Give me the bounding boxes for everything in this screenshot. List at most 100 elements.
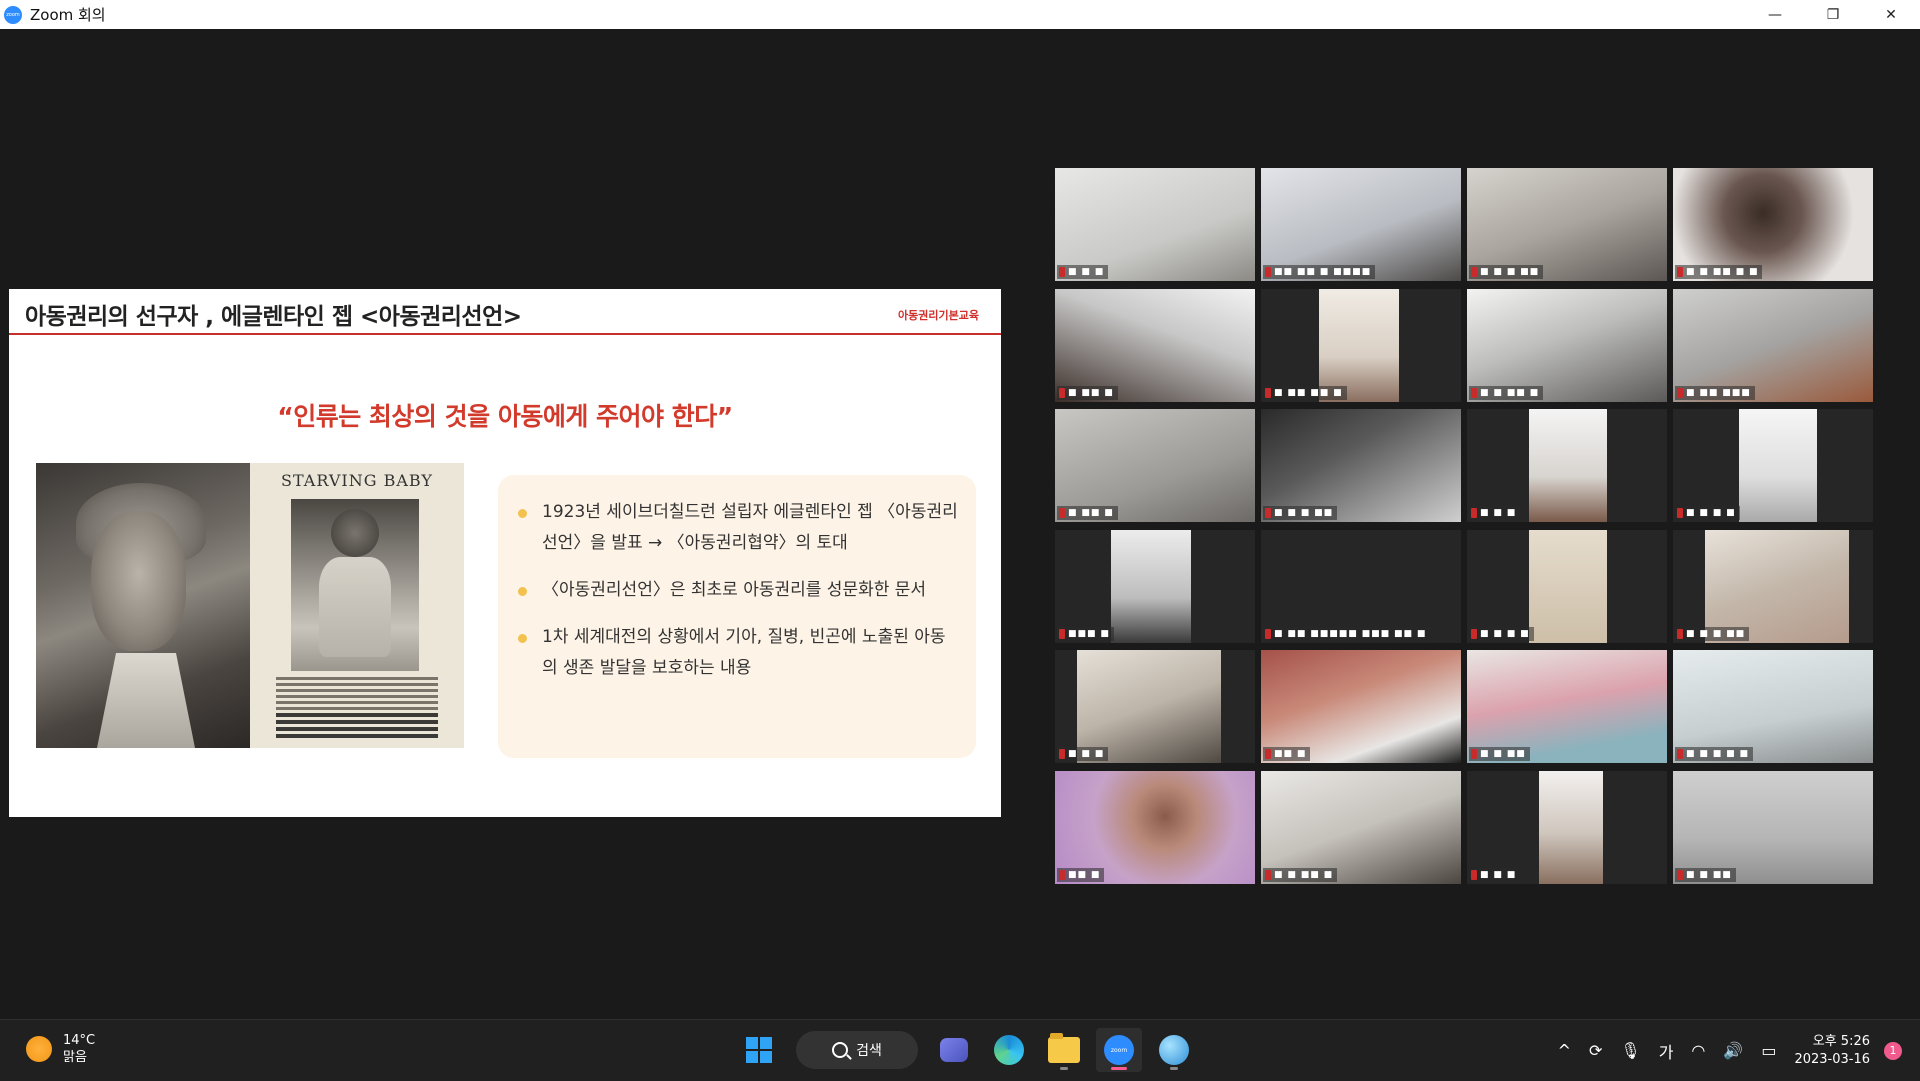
- edge-button[interactable]: [986, 1028, 1032, 1072]
- participant-name-label: ■■ ■: [1057, 867, 1105, 882]
- folder-icon: [1048, 1033, 1080, 1063]
- file-explorer-button[interactable]: [1041, 1028, 1087, 1072]
- participant-name-label: ■ ■ ■■ ■: [1469, 385, 1544, 400]
- participant-tile[interactable]: ■ ■ ■■: [1467, 650, 1667, 763]
- participant-name: ■ ■■ ■: [1068, 508, 1114, 518]
- bullet-item: 1923년 세이브더칠드런 설립자 에글렌타인 젭 〈아동권리선언〉을 발표 →…: [518, 497, 958, 559]
- participant-tile[interactable]: ■ ■ ■ ■: [1467, 529, 1667, 643]
- app-globe-button[interactable]: [1151, 1028, 1197, 1072]
- weather-temp: 14°C: [63, 1033, 96, 1048]
- battery-icon[interactable]: ▭: [1761, 1041, 1776, 1060]
- participant-tile[interactable]: ■ ■ ■ ■ ■: [1673, 650, 1873, 763]
- participant-name: ■ ■■ ■■ ■: [1274, 387, 1343, 398]
- muted-mic-icon: [1059, 749, 1065, 759]
- muted-mic-icon: [1677, 267, 1683, 277]
- participant-tile[interactable]: ■■ ■: [1055, 770, 1255, 884]
- slide-quote: “인류는 최상의 것을 아동에게 주어야 한다”: [277, 402, 733, 431]
- participant-tile[interactable]: ■ ■ ■■: [1673, 770, 1873, 884]
- participant-tile[interactable]: ■ ■ ■: [1055, 650, 1255, 763]
- muted-mic-icon: [1059, 869, 1065, 880]
- participant-tile[interactable]: ■ ■ ■: [1467, 409, 1667, 522]
- bullet-text: 1923년 세이브더칠드런 설립자 에글렌타인 젭 〈아동권리선언〉을 발표 →…: [542, 502, 958, 553]
- volume-icon[interactable]: 🔊: [1723, 1041, 1743, 1060]
- participant-name: ■ ■ ■ ■■: [1274, 508, 1334, 518]
- sun-icon: [26, 1036, 52, 1062]
- participant-tile[interactable]: ■■ ■: [1261, 650, 1461, 763]
- slide-brand-label: 아동권리기본교육: [898, 309, 979, 322]
- participant-tile[interactable]: ■ ■ ■ ■■: [1673, 529, 1873, 643]
- participant-video: [1739, 409, 1817, 522]
- taskbar-search-button[interactable]: 검색: [796, 1031, 918, 1069]
- participant-tile[interactable]: ■ ■■ ■■ ■: [1261, 288, 1461, 402]
- participant-tile[interactable]: ■ ■■ ■: [1055, 409, 1255, 522]
- participant-name: ■ ■ ■: [1068, 749, 1105, 759]
- participant-tile[interactable]: ■ ■■ ■■■: [1673, 288, 1873, 402]
- windows-taskbar: 14°C 맑음 검색 zoom ^ ⟳ 🎙 가 ◠ 🔊 ▭ 오후 5:26 20…: [0, 1019, 1920, 1081]
- participant-tile[interactable]: ■ ■ ■■ ■: [1261, 770, 1461, 884]
- slide-title: 아동권리의 선구자 , 에글렌타인 젭 <아동권리선언>: [25, 304, 522, 330]
- weather-widget[interactable]: 14°C 맑음: [26, 1032, 95, 1066]
- participant-name-label: ■ ■■ ■: [1057, 506, 1118, 520]
- ime-indicator[interactable]: 가: [1659, 1039, 1674, 1063]
- participant-name-label: ■ ■■ ■■■■■ ■■■ ■■ ■: [1263, 626, 1431, 641]
- portrait-collar: [96, 653, 196, 748]
- sync-icon[interactable]: ⟳: [1589, 1041, 1602, 1060]
- participant-name: ■ ■ ■■ ■: [1480, 387, 1540, 398]
- participant-name-label: ■ ■ ■: [1469, 506, 1521, 520]
- participant-tile[interactable]: ■ ■ ■ ■: [1673, 409, 1873, 522]
- muted-mic-icon: [1265, 749, 1271, 759]
- participant-name-label: ■ ■ ■■ ■ ■: [1675, 265, 1763, 279]
- participant-name: ■ ■■ ■■■: [1686, 387, 1751, 398]
- bullet-text: 〈아동권리선언〉은 최초로 아동권리를 성문화한 문서: [542, 580, 927, 600]
- teams-meet-button[interactable]: [931, 1028, 977, 1072]
- participant-tile[interactable]: ■ ■ ■ ■■: [1261, 409, 1461, 522]
- participant-name: ■ ■ ■■ ■: [1274, 869, 1334, 880]
- taskbar-apps: 검색 zoom: [736, 1028, 1206, 1072]
- participant-tile[interactable]: ■■ ■■ ■ ■■■■: [1261, 168, 1461, 281]
- edge-browser-icon: [994, 1035, 1024, 1065]
- portrait-face: [91, 511, 186, 651]
- bullet-item: 〈아동권리선언〉은 최초로 아동권리를 성문화한 문서: [518, 575, 958, 606]
- participant-name: ■ ■ ■ ■: [1686, 508, 1736, 518]
- participant-name-label: ■ ■ ■: [1469, 867, 1521, 882]
- participant-name: ■ ■ ■ ■■: [1686, 628, 1746, 639]
- restore-button[interactable]: ❐: [1804, 0, 1862, 29]
- participant-name-label: ■ ■ ■ ■ ■: [1675, 747, 1753, 761]
- meeting-stage: 아동권리의 선구자 , 에글렌타인 젭 <아동권리선언> 아동권리기본교육 “인…: [0, 29, 1920, 1019]
- muted-mic-icon: [1677, 508, 1683, 518]
- participant-tile[interactable]: ■■■ ■: [1055, 529, 1255, 643]
- running-indicator: [1060, 1067, 1068, 1070]
- wifi-icon[interactable]: ◠: [1691, 1041, 1705, 1060]
- participant-tile[interactable]: ■ ■ ■■ ■ ■: [1673, 168, 1873, 281]
- muted-mic-icon: [1265, 628, 1271, 639]
- bullet-dot-icon: [518, 634, 527, 643]
- participant-tile[interactable]: ■ ■ ■■ ■: [1467, 288, 1667, 402]
- muted-mic-icon: [1471, 267, 1477, 277]
- participant-name-label: ■■ ■■ ■ ■■■■: [1263, 265, 1376, 279]
- poster-baby-body: [319, 557, 391, 657]
- muted-mic-icon: [1677, 628, 1683, 639]
- participant-name: ■ ■ ■ ■ ■: [1686, 749, 1749, 759]
- participant-tile[interactable]: ■ ■ ■: [1467, 770, 1667, 884]
- participant-name-label: ■ ■■ ■■■: [1675, 385, 1755, 400]
- chevron-up-icon[interactable]: ^: [1558, 1041, 1571, 1060]
- minimize-button[interactable]: —: [1746, 0, 1804, 29]
- participant-tile[interactable]: ■ ■ ■: [1055, 168, 1255, 281]
- zoom-taskbar-button[interactable]: zoom: [1096, 1028, 1142, 1072]
- window-title-bar: zoom Zoom 회의 — ❐ ✕: [0, 0, 1920, 29]
- clock[interactable]: 오후 5:26 2023-03-16: [1794, 1033, 1870, 1069]
- microphone-icon[interactable]: 🎙: [1620, 1041, 1640, 1060]
- muted-mic-icon: [1471, 508, 1477, 518]
- participant-video: [1539, 770, 1603, 884]
- participant-tile[interactable]: ■ ■■ ■■■■■ ■■■ ■■ ■: [1261, 529, 1461, 643]
- slide-header: 아동권리의 선구자 , 에글렌타인 젭 <아동권리선언> 아동권리기본교육: [9, 289, 1001, 333]
- participant-name-label: ■ ■ ■■: [1675, 867, 1736, 882]
- poster-baby-head: [331, 509, 379, 557]
- participant-tile[interactable]: ■ ■■ ■: [1055, 288, 1255, 402]
- shared-screen-slide[interactable]: 아동권리의 선구자 , 에글렌타인 젭 <아동권리선언> 아동권리기본교육 “인…: [9, 289, 1001, 817]
- notification-badge[interactable]: 1: [1884, 1041, 1902, 1060]
- participant-name: ■ ■ ■: [1480, 508, 1517, 518]
- close-button[interactable]: ✕: [1862, 0, 1920, 29]
- start-button[interactable]: [736, 1028, 782, 1072]
- participant-tile[interactable]: ■ ■ ■ ■■: [1467, 168, 1667, 281]
